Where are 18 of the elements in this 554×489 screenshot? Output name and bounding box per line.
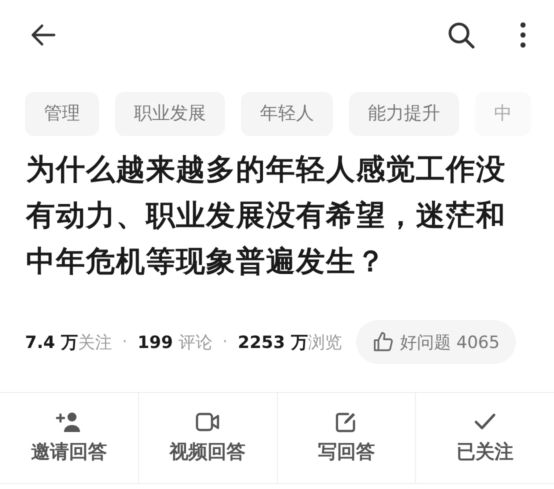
separator-dot: ·	[122, 332, 128, 352]
separator-dot: ·	[222, 332, 228, 352]
topic-tag[interactable]: 能力提升	[349, 92, 459, 136]
video-camera-icon	[194, 411, 221, 433]
topic-tag[interactable]: 管理	[25, 92, 99, 136]
add-person-icon	[56, 411, 82, 433]
question-title: 为什么越来越多的年轻人感觉工作没有动力、职业发展没有希望，迷茫和中年危机等现象普遍发生？	[26, 151, 507, 280]
more-icon[interactable]	[520, 22, 526, 48]
good-question-button[interactable]: 好问题 4065	[356, 320, 516, 364]
topic-tag[interactable]: 职业发展	[115, 92, 225, 136]
back-icon[interactable]	[30, 23, 56, 47]
search-icon[interactable]	[447, 21, 475, 49]
topic-tag[interactable]: 中	[475, 92, 531, 136]
stat-text: 7.4 万关注	[25, 332, 112, 354]
stat-text: 2253 万浏览	[238, 332, 342, 354]
stat-text: 199 评论	[137, 332, 212, 354]
thumbs-up-icon	[372, 331, 394, 353]
topic-tag[interactable]: 年轻人	[241, 92, 333, 136]
